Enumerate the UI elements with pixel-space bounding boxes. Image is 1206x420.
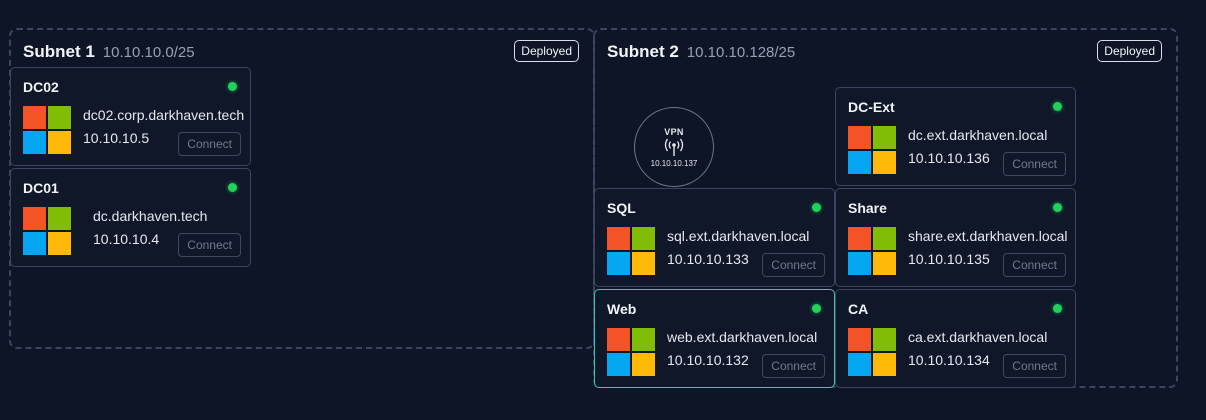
connect-button[interactable]: Connect <box>762 253 825 277</box>
windows-logo-icon <box>23 207 72 256</box>
host-card-sql[interactable]: SQL sql.ext.darkhaven.local 10.10.10.133… <box>594 188 835 287</box>
host-ip: 10.10.10.133 <box>667 251 749 267</box>
host-hostname: share.ext.darkhaven.local <box>908 228 1068 244</box>
antenna-icon <box>664 138 684 156</box>
windows-logo-icon <box>607 227 656 276</box>
status-online-indicator <box>1053 304 1062 313</box>
host-ip: 10.10.10.134 <box>908 352 990 368</box>
host-card-dc-ext[interactable]: DC-Ext dc.ext.darkhaven.local 10.10.10.1… <box>835 87 1076 186</box>
connect-button[interactable]: Connect <box>1003 152 1066 176</box>
host-card-ca[interactable]: CA ca.ext.darkhaven.local 10.10.10.134 C… <box>835 289 1076 388</box>
host-ip: 10.10.10.132 <box>667 352 749 368</box>
vpn-node[interactable]: VPN 10.10.10.137 <box>634 107 714 187</box>
host-name: CA <box>848 301 869 317</box>
subnet-header: Subnet 1 10.10.10.0/25 <box>23 42 195 62</box>
host-name: DC-Ext <box>848 99 895 115</box>
status-online-indicator <box>228 82 237 91</box>
subnet-cidr: 10.10.10.0/25 <box>102 44 195 61</box>
deployed-badge: Deployed <box>1097 40 1162 62</box>
host-name: Share <box>848 200 887 216</box>
host-card-share[interactable]: Share share.ext.darkhaven.local 10.10.10… <box>835 188 1076 287</box>
host-card-dc01[interactable]: DC01 dc.darkhaven.tech 10.10.10.4 Connec… <box>10 168 251 267</box>
host-hostname: dc.darkhaven.tech <box>93 208 208 224</box>
host-ip: 10.10.10.135 <box>908 251 990 267</box>
host-hostname: dc02.corp.darkhaven.tech <box>83 107 245 123</box>
subnet-name: Subnet 2 <box>607 42 679 61</box>
subnet-header: Subnet 2 10.10.10.128/25 <box>607 42 795 62</box>
host-name: Web <box>607 301 637 317</box>
status-online-indicator <box>1053 203 1062 212</box>
windows-logo-icon <box>23 106 72 155</box>
status-online-indicator <box>228 183 237 192</box>
windows-logo-icon <box>848 227 897 276</box>
status-online-indicator <box>812 304 821 313</box>
host-card-web[interactable]: Web web.ext.darkhaven.local 10.10.10.132… <box>594 289 835 388</box>
host-card-dc02[interactable]: DC02 dc02.corp.darkhaven.tech 10.10.10.5… <box>10 67 251 166</box>
host-name: SQL <box>607 200 636 216</box>
deployed-badge: Deployed <box>514 40 579 62</box>
host-ip: 10.10.10.4 <box>93 231 160 247</box>
vpn-label: VPN <box>664 126 684 137</box>
host-hostname: dc.ext.darkhaven.local <box>908 127 1048 143</box>
subnet-name: Subnet 1 <box>23 42 95 61</box>
connect-button[interactable]: Connect <box>1003 253 1066 277</box>
status-online-indicator <box>1053 102 1062 111</box>
status-online-indicator <box>812 203 821 212</box>
connect-button[interactable]: Connect <box>178 132 241 156</box>
vpn-ip: 10.10.10.137 <box>650 158 698 168</box>
host-hostname: ca.ext.darkhaven.local <box>908 329 1048 345</box>
connect-button[interactable]: Connect <box>178 233 241 257</box>
host-name: DC02 <box>23 79 59 95</box>
windows-logo-icon <box>848 328 897 377</box>
host-hostname: sql.ext.darkhaven.local <box>667 228 810 244</box>
connect-button[interactable]: Connect <box>762 354 825 378</box>
windows-logo-icon <box>848 126 897 175</box>
host-name: DC01 <box>23 180 59 196</box>
host-ip: 10.10.10.5 <box>83 130 150 146</box>
connect-button[interactable]: Connect <box>1003 354 1066 378</box>
windows-logo-icon <box>607 328 656 377</box>
host-hostname: web.ext.darkhaven.local <box>667 329 818 345</box>
subnet-cidr: 10.10.10.128/25 <box>686 44 796 61</box>
host-ip: 10.10.10.136 <box>908 150 990 166</box>
